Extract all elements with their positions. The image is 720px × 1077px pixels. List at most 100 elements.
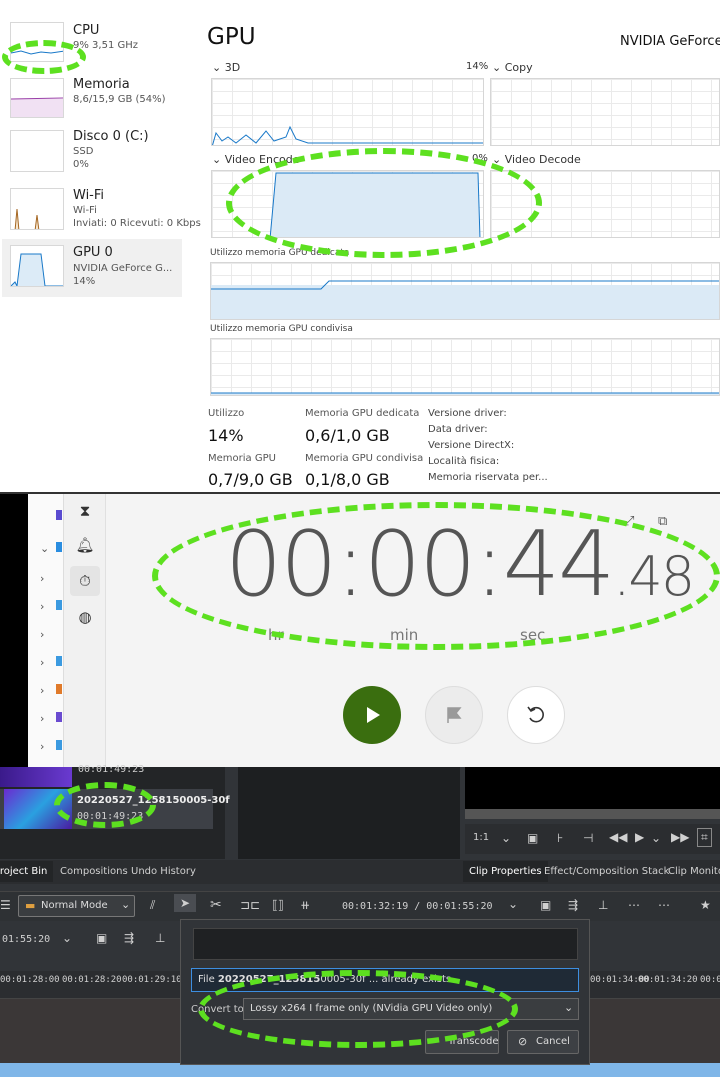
folder-icon bbox=[56, 712, 62, 722]
monitor-overlay-icon[interactable]: ▣ bbox=[527, 831, 538, 845]
play-button[interactable] bbox=[343, 686, 401, 744]
crop-icon[interactable]: ⌗ bbox=[697, 828, 712, 847]
lift-icon[interactable]: ⋯ bbox=[628, 898, 640, 912]
chevron-down-icon[interactable]: ⌄ bbox=[40, 542, 49, 555]
chevron-down-icon: ⌄ bbox=[121, 898, 131, 911]
folder-icon bbox=[56, 600, 62, 610]
engine-3d-percent: 14% bbox=[466, 61, 489, 72]
tab-compositions[interactable]: Compositions bbox=[54, 861, 134, 882]
chevron-down-icon[interactable]: ⌄ bbox=[651, 831, 661, 845]
shared-memory-label: Utilizzo memoria GPU condivisa bbox=[210, 324, 353, 334]
insert-icon[interactable]: ⇶ bbox=[568, 898, 578, 912]
sidebar-item-disco[interactable]: Disco 0 (C:) SSD 0% bbox=[2, 126, 182, 182]
ripple-icon[interactable]: ⫽ bbox=[150, 898, 155, 913]
clip-duration: 00:01:49:23 bbox=[78, 764, 145, 775]
file-label: File bbox=[198, 974, 215, 985]
clip-row-selected[interactable]: 20220527_1258150005-30f 00:01:49:23 bbox=[0, 789, 230, 829]
star-icon[interactable]: ★ bbox=[700, 898, 711, 912]
convert-to-value: Lossy x264 I frame only (NVidia GPU Vide… bbox=[250, 1003, 493, 1014]
empty-panel bbox=[238, 767, 460, 859]
overwrite-icon[interactable]: ⊥ bbox=[598, 898, 608, 912]
spacer-tool-icon[interactable]: ⊐⊏ bbox=[240, 898, 260, 912]
razor-tool-icon[interactable]: ✂ bbox=[210, 897, 222, 913]
monitor-ruler[interactable] bbox=[465, 809, 720, 819]
folder-icon bbox=[56, 510, 62, 520]
multicam-tool-icon[interactable]: ⧺ bbox=[300, 898, 310, 912]
transcode-button[interactable]: Transcode bbox=[425, 1030, 499, 1054]
slip-tool-icon[interactable]: ⟦⟧ bbox=[272, 898, 284, 912]
info-driver-version: Versione driver: bbox=[428, 408, 507, 419]
tab-project-bin[interactable]: Project Bin bbox=[0, 861, 54, 882]
overlay-icon[interactable]: ▣ bbox=[96, 931, 107, 945]
chevron-right-icon[interactable]: › bbox=[40, 572, 44, 585]
cancel-button[interactable]: ⊘ Cancel bbox=[507, 1030, 579, 1054]
clip-duration: 00:01:49:23 bbox=[77, 811, 144, 822]
reset-button[interactable] bbox=[507, 686, 565, 744]
stat-condivisa-label: Memoria GPU condivisa bbox=[305, 453, 424, 464]
overlay-icon[interactable]: ▣ bbox=[540, 898, 551, 912]
tab-clip-properties[interactable]: Clip Properties bbox=[463, 861, 548, 882]
gpu-model-name: NVIDIA GeForce bbox=[620, 34, 720, 49]
clip-thumbnail bbox=[4, 789, 72, 829]
play-icon[interactable]: ▶ bbox=[635, 830, 644, 844]
engine-decode-label[interactable]: ⌄ Video Decode bbox=[492, 153, 581, 166]
menu-icon[interactable]: ☰ bbox=[0, 898, 11, 912]
folder-icon bbox=[56, 542, 62, 552]
convert-to-label: Convert to bbox=[191, 1004, 244, 1015]
tab-undo-history[interactable]: Undo History bbox=[125, 861, 202, 882]
hourglass-icon[interactable]: ⧗ bbox=[70, 496, 100, 526]
chevron-down-icon[interactable]: ⌄ bbox=[501, 831, 511, 845]
select-tool-icon[interactable]: ➤ bbox=[174, 894, 197, 912]
sidebar-item-label: CPU bbox=[73, 23, 100, 38]
set-zone-out-icon[interactable]: ⊣ bbox=[583, 831, 593, 845]
stopwatch-icon[interactable]: ⏱︎ bbox=[70, 566, 100, 596]
tab-clip-monitor[interactable]: Clip Monitor bbox=[662, 861, 720, 882]
disk-thumbnail bbox=[10, 130, 64, 172]
graph-copy bbox=[490, 78, 720, 146]
graph-dedicated-memory bbox=[210, 262, 720, 320]
graph-3d bbox=[211, 78, 484, 146]
engine-3d-label[interactable]: ⌄ 3D bbox=[212, 61, 240, 74]
sidebar-item-cpu[interactable]: CPU 9% 3,51 GHz bbox=[2, 18, 182, 74]
folder-icon bbox=[56, 656, 62, 666]
sidebar-item-gpu[interactable]: GPU 0 NVIDIA GeForce G... 14% bbox=[2, 239, 182, 297]
zoom-select[interactable]: 1:1 bbox=[473, 832, 489, 843]
sidebar-item-label: Disco 0 (C:) bbox=[73, 129, 149, 144]
file-rest: 0005-30f ... already exists bbox=[320, 974, 452, 985]
edit-mode-select[interactable]: ▬ Normal Mode ⌄ bbox=[18, 895, 135, 917]
engine-encode-label[interactable]: ⌄ Video Encode bbox=[212, 153, 299, 166]
chevron-right-icon[interactable]: › bbox=[40, 656, 44, 669]
info-directx: Versione DirectX: bbox=[428, 440, 515, 451]
engine-copy-label[interactable]: ⌄ Copy bbox=[492, 61, 533, 74]
info-driver-date: Data driver: bbox=[428, 424, 488, 435]
sidebar-item-wifi[interactable]: Wi-Fi Wi-Fi Inviati: 0 Ricevuti: 0 Kbps bbox=[2, 184, 201, 240]
chevron-right-icon[interactable]: › bbox=[40, 684, 44, 697]
sidebar-item-sub: SSD bbox=[73, 146, 94, 157]
graph-shared-memory bbox=[210, 338, 720, 396]
set-zone-in-icon[interactable]: ⊦ bbox=[557, 831, 563, 845]
chevron-right-icon[interactable]: › bbox=[40, 712, 44, 725]
info-reserved-memory: Memoria riservata per... bbox=[428, 472, 548, 483]
rewind-icon[interactable]: ◀◀ bbox=[609, 830, 627, 844]
background-window-edge bbox=[0, 494, 28, 769]
bell-icon[interactable]: 🔔︎ bbox=[70, 530, 100, 560]
extract-icon[interactable]: ⋯ bbox=[658, 898, 670, 912]
overwrite-icon[interactable]: ⊥ bbox=[155, 931, 165, 945]
tab-effect-stack[interactable]: Effect/Composition Stack bbox=[538, 861, 675, 882]
stopwatch-fraction: .48 bbox=[613, 545, 695, 608]
chevron-down-icon[interactable]: ⌄ bbox=[508, 897, 518, 911]
insert-icon[interactable]: ⇶ bbox=[124, 931, 134, 945]
lap-button[interactable] bbox=[425, 686, 483, 744]
fast-forward-icon[interactable]: ▶▶ bbox=[671, 830, 689, 844]
chevron-right-icon[interactable]: › bbox=[40, 600, 44, 613]
sidebar-item-label: GPU 0 bbox=[73, 245, 113, 260]
convert-to-select[interactable]: Lossy x264 I frame only (NVidia GPU Vide… bbox=[243, 998, 579, 1020]
timeline-timecode: 00:01:32:19 / 00:01:55:20 bbox=[342, 901, 493, 912]
sidebar-item-memoria[interactable]: Memoria 8,6/15,9 GB (54%) bbox=[2, 74, 182, 130]
chevron-right-icon[interactable]: › bbox=[40, 628, 44, 641]
stat-dedicata-label: Memoria GPU dedicata bbox=[305, 408, 420, 419]
chevron-right-icon[interactable]: › bbox=[40, 740, 44, 753]
stat-utilizzo-label: Utilizzo bbox=[208, 408, 245, 419]
globe-icon[interactable]: ◍ bbox=[70, 602, 100, 632]
chevron-down-icon[interactable]: ⌄ bbox=[62, 931, 72, 945]
